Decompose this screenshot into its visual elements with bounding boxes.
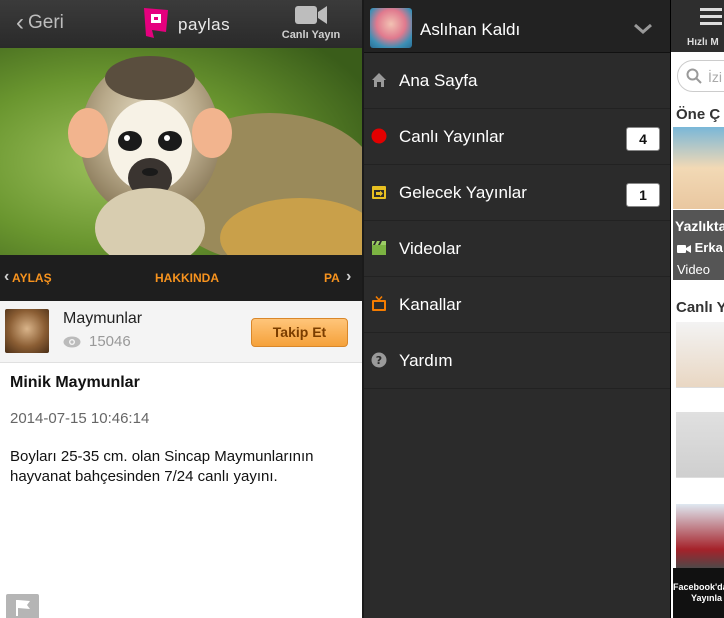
peek-top-bar: Hızlı M: [671, 0, 724, 52]
video-camera-icon: [295, 6, 327, 24]
menu-empty-area: [364, 390, 670, 618]
back-label: Geri: [28, 12, 64, 33]
stream-detail-panel: ‹ Geri paylas Canlı Yayın ‹ AYLAŞ HAKKIN…: [0, 0, 362, 618]
featured-thumbnail[interactable]: [673, 127, 724, 209]
menu-item-home[interactable]: Ana Sayfa: [364, 53, 670, 109]
live-thumbnail[interactable]: [676, 412, 724, 478]
view-count-value: 15046: [89, 333, 131, 350]
count-badge: 1: [626, 183, 660, 207]
stream-description: Boyları 25-35 cm. olan Sincap Maymunları…: [10, 448, 314, 485]
app-screenshot: ‹ Geri paylas Canlı Yayın ‹ AYLAŞ HAKKIN…: [0, 0, 724, 618]
menu-item-label: Ana Sayfa: [399, 71, 478, 90]
user-name: Aslıhan Kaldı: [420, 20, 521, 39]
tv-icon: [372, 296, 386, 311]
video-camera-icon: [677, 244, 691, 253]
stream-video-player[interactable]: [0, 48, 362, 255]
user-header[interactable]: Aslıhan Kaldı: [364, 0, 670, 53]
search-icon: [686, 68, 702, 84]
help-icon: ?: [371, 352, 387, 368]
eye-icon: [63, 336, 81, 347]
menu-item-videos[interactable]: Videolar: [364, 221, 670, 277]
search-input[interactable]: İzi: [677, 60, 724, 92]
home-screen-peek[interactable]: Hızlı M İzi Öne Ç Yazlıkta Erka Video Ca…: [670, 0, 724, 618]
card-type: Video: [677, 262, 711, 277]
flag-icon: [16, 600, 30, 616]
section-featured-title: Öne Ç: [676, 106, 721, 123]
menu-item-label: Videolar: [399, 239, 462, 258]
monkey-image: [0, 48, 362, 255]
stream-title: Minik Maymunlar: [10, 374, 140, 391]
tab-about[interactable]: HAKKINDA: [155, 271, 219, 285]
chevron-down-icon[interactable]: [634, 24, 652, 34]
menu-item-help[interactable]: ? Yardım: [364, 333, 670, 389]
live-broadcast-label: Canlı Yayın: [281, 29, 341, 41]
menu-item-label: Kanallar: [399, 295, 462, 314]
menu-item-label: Canlı Yayınlar: [399, 127, 505, 146]
menu-item-upcoming[interactable]: Gelecek Yayınlar 1: [364, 165, 670, 221]
follow-button[interactable]: Takip Et: [251, 318, 348, 347]
side-menu: Aslıhan Kaldı Ana Sayfa Canlı Yayınlar 4: [364, 0, 670, 618]
menu-item-label: Yardım: [399, 351, 453, 370]
tab-next[interactable]: PA: [324, 271, 340, 285]
chevron-right-icon[interactable]: ›: [346, 268, 351, 286]
banner-line-1: Facebook'da: [673, 582, 724, 592]
menu-item-channels[interactable]: Kanallar: [364, 277, 670, 333]
menu-item-label: Gelecek Yayınlar: [399, 183, 527, 202]
back-button[interactable]: ‹ Geri: [16, 9, 64, 36]
card-title: Yazlıkta: [675, 218, 724, 234]
logo[interactable]: paylas: [142, 6, 230, 40]
stream-datetime: 2014-07-15 10:46:14: [10, 410, 150, 427]
card-author-name: Erka: [694, 240, 723, 255]
live-thumbnail[interactable]: [676, 504, 724, 570]
detail-tabs: ‹ AYLAŞ HAKKINDA PA ›: [0, 255, 362, 301]
menu-item-live[interactable]: Canlı Yayınlar 4: [364, 109, 670, 165]
top-bar: ‹ Geri paylas Canlı Yayın: [0, 0, 362, 48]
section-live-title: Canlı Y: [676, 299, 724, 316]
banner-line-2: Yayınla: [691, 593, 723, 603]
tab-share[interactable]: AYLAŞ: [12, 271, 52, 285]
channel-thumbnail[interactable]: [5, 309, 49, 353]
paylas-logo-icon: [144, 8, 168, 38]
report-button[interactable]: [6, 594, 39, 618]
view-count: 15046: [63, 333, 131, 350]
home-icon: [372, 73, 386, 87]
card-author: Erka: [677, 240, 723, 255]
live-thumbnail[interactable]: [676, 322, 724, 388]
clapperboard-icon: [372, 241, 386, 255]
logo-text: paylas: [178, 15, 231, 34]
channel-name[interactable]: Maymunlar: [63, 310, 142, 328]
hamburger-icon[interactable]: [700, 8, 722, 29]
channel-row: Maymunlar 15046 Takip Et: [0, 301, 362, 363]
chevron-left-icon: ‹: [16, 9, 24, 36]
quick-menu-label: Hızlı M: [687, 37, 719, 48]
calendar-icon: [372, 186, 386, 199]
avatar[interactable]: [370, 8, 412, 48]
live-dot-icon: [371, 128, 387, 144]
search-placeholder: İzi: [708, 69, 722, 85]
live-broadcast-button[interactable]: Canlı Yayın: [276, 4, 346, 41]
count-badge: 4: [626, 127, 660, 151]
chevron-left-icon[interactable]: ‹: [4, 268, 9, 286]
svg-text:?: ?: [376, 354, 382, 367]
